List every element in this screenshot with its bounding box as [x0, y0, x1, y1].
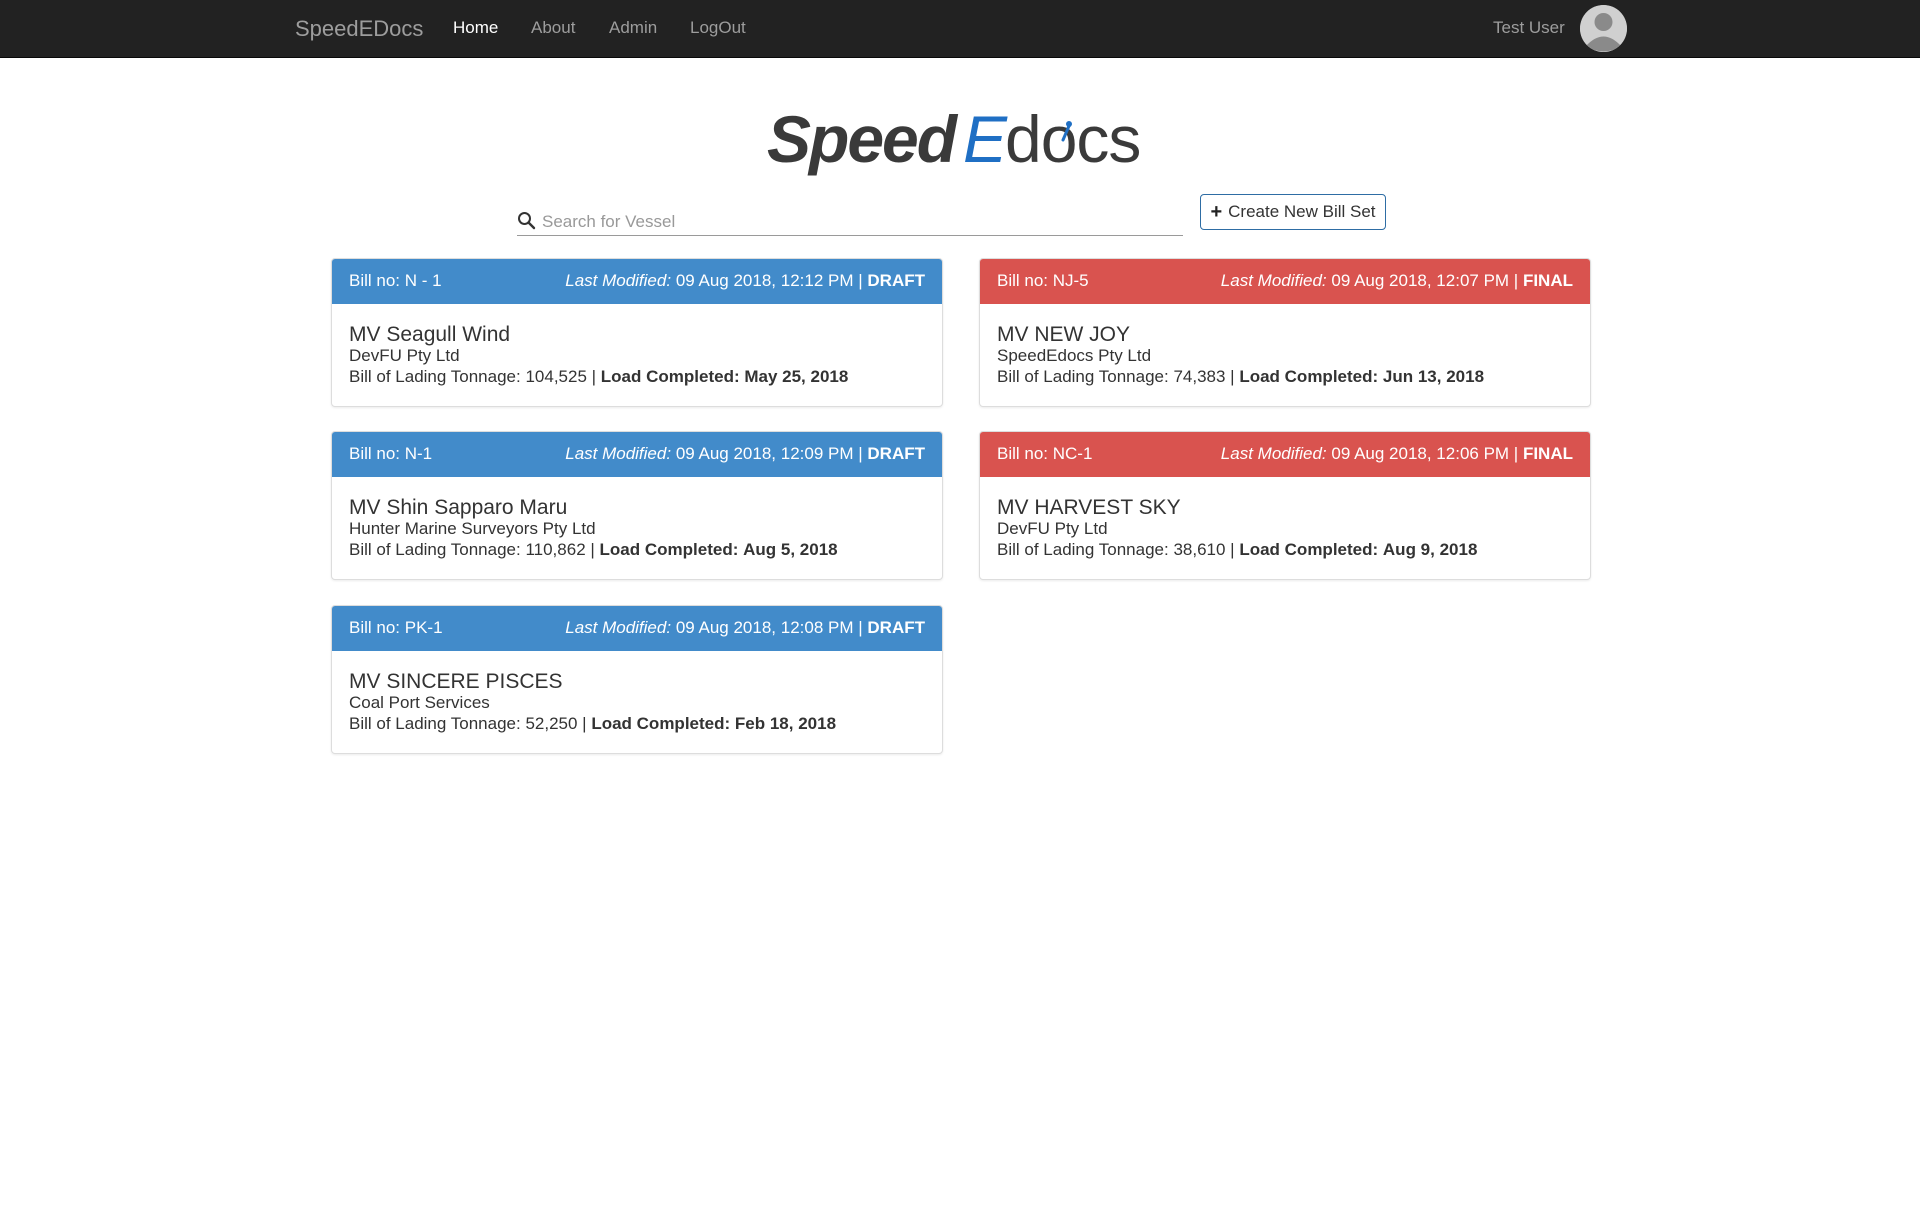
- last-modified: Last Modified: 09 Aug 2018, 12:06 PM | F…: [1220, 444, 1573, 463]
- nav-link-home[interactable]: Home: [453, 18, 498, 38]
- status-badge: DRAFT: [867, 618, 925, 637]
- search-icon: [518, 212, 536, 230]
- card-header: Bill no: PK-1 Last Modified: 09 Aug 2018…: [332, 606, 942, 651]
- company-name: DevFU Pty Ltd: [997, 519, 1108, 538]
- bill-card-0[interactable]: Bill no: N - 1 Last Modified: 09 Aug 201…: [331, 258, 943, 407]
- vessel-search-input[interactable]: [540, 208, 1174, 236]
- last-modified: Last Modified: 09 Aug 2018, 12:07 PM | F…: [1220, 271, 1573, 290]
- status-badge: DRAFT: [867, 444, 925, 463]
- bill-card-3[interactable]: Bill no: NC-1 Last Modified: 09 Aug 2018…: [979, 431, 1591, 580]
- company-name: Hunter Marine Surveyors Pty Ltd: [349, 519, 596, 538]
- bill-number: Bill no: NC-1: [997, 444, 1093, 463]
- nav-link-admin[interactable]: Admin: [609, 18, 657, 38]
- create-new-bill-set-label: Create New Bill Set: [1228, 202, 1376, 221]
- plus-icon: +: [1210, 201, 1223, 223]
- status-badge: FINAL: [1522, 444, 1573, 463]
- last-modified: Last Modified: 09 Aug 2018, 12:08 PM | D…: [565, 618, 925, 637]
- last-modified: Last Modified: 09 Aug 2018, 12:09 PM | D…: [565, 444, 925, 463]
- navbar: SpeedEDocs Home About Admin LogOut Test …: [0, 0, 1920, 58]
- bill-details: Bill of Lading Tonnage: 104,525 | Load C…: [349, 367, 849, 386]
- bill-details: Bill of Lading Tonnage: 110,862 | Load C…: [349, 540, 838, 559]
- navbar-brand[interactable]: SpeedEDocs: [295, 16, 423, 42]
- bill-card-1[interactable]: Bill no: NJ-5 Last Modified: 09 Aug 2018…: [979, 258, 1591, 407]
- card-body: MV Seagull Wind DevFU Pty Ltd Bill of La…: [349, 324, 929, 388]
- card-body: MV NEW JOY SpeedEdocs Pty Ltd Bill of La…: [997, 324, 1577, 388]
- company-name: Coal Port Services: [349, 693, 490, 712]
- status-badge: FINAL: [1522, 271, 1573, 290]
- vessel-name: MV Shin Sapparo Maru: [349, 496, 568, 519]
- vessel-name: MV Seagull Wind: [349, 323, 511, 346]
- last-modified: Last Modified: 09 Aug 2018, 12:12 PM | D…: [565, 271, 925, 290]
- bill-number: Bill no: N - 1: [349, 271, 442, 290]
- nav-link-about[interactable]: About: [531, 18, 575, 38]
- bill-number: Bill no: N-1: [349, 444, 433, 463]
- card-header: Bill no: N - 1 Last Modified: 09 Aug 201…: [332, 259, 942, 304]
- company-name: SpeedEdocs Pty Ltd: [997, 346, 1152, 365]
- user-avatar-icon: [1580, 5, 1627, 52]
- nav-link-logout[interactable]: LogOut: [690, 18, 746, 38]
- status-badge: DRAFT: [867, 271, 925, 290]
- vessel-name: MV SINCERE PISCES: [349, 670, 563, 693]
- bill-card-4[interactable]: Bill no: PK-1 Last Modified: 09 Aug 2018…: [331, 605, 943, 754]
- card-header: Bill no: NC-1 Last Modified: 09 Aug 2018…: [980, 432, 1590, 477]
- svg-text:E: E: [963, 102, 1008, 176]
- bill-card-2[interactable]: Bill no: N-1 Last Modified: 09 Aug 2018,…: [331, 431, 943, 580]
- vessel-name: MV HARVEST SKY: [997, 496, 1181, 519]
- card-header: Bill no: NJ-5 Last Modified: 09 Aug 2018…: [980, 259, 1590, 304]
- create-new-bill-set-button[interactable]: + Create New Bill Set: [1200, 194, 1386, 230]
- card-header: Bill no: N-1 Last Modified: 09 Aug 2018,…: [332, 432, 942, 477]
- avatar[interactable]: [1580, 5, 1627, 52]
- company-name: DevFU Pty Ltd: [349, 346, 460, 365]
- bill-details: Bill of Lading Tonnage: 52,250 | Load Co…: [349, 714, 837, 733]
- bill-number: Bill no: PK-1: [349, 618, 443, 637]
- speededocs-logo: Speed E docs: [767, 102, 1141, 176]
- svg-text:docs: docs: [1005, 102, 1140, 176]
- card-body: MV HARVEST SKY DevFU Pty Ltd Bill of Lad…: [997, 497, 1577, 561]
- search-bar: [517, 208, 1183, 236]
- svg-text:Speed: Speed: [767, 102, 959, 176]
- card-body: MV SINCERE PISCES Coal Port Services Bil…: [349, 671, 929, 735]
- user-name[interactable]: Test User: [1493, 18, 1565, 38]
- bill-details: Bill of Lading Tonnage: 38,610 | Load Co…: [997, 540, 1478, 559]
- bill-details: Bill of Lading Tonnage: 74,383 | Load Co…: [997, 367, 1485, 386]
- bill-number: Bill no: NJ-5: [997, 271, 1089, 290]
- card-body: MV Shin Sapparo Maru Hunter Marine Surve…: [349, 497, 929, 561]
- vessel-name: MV NEW JOY: [997, 323, 1131, 346]
